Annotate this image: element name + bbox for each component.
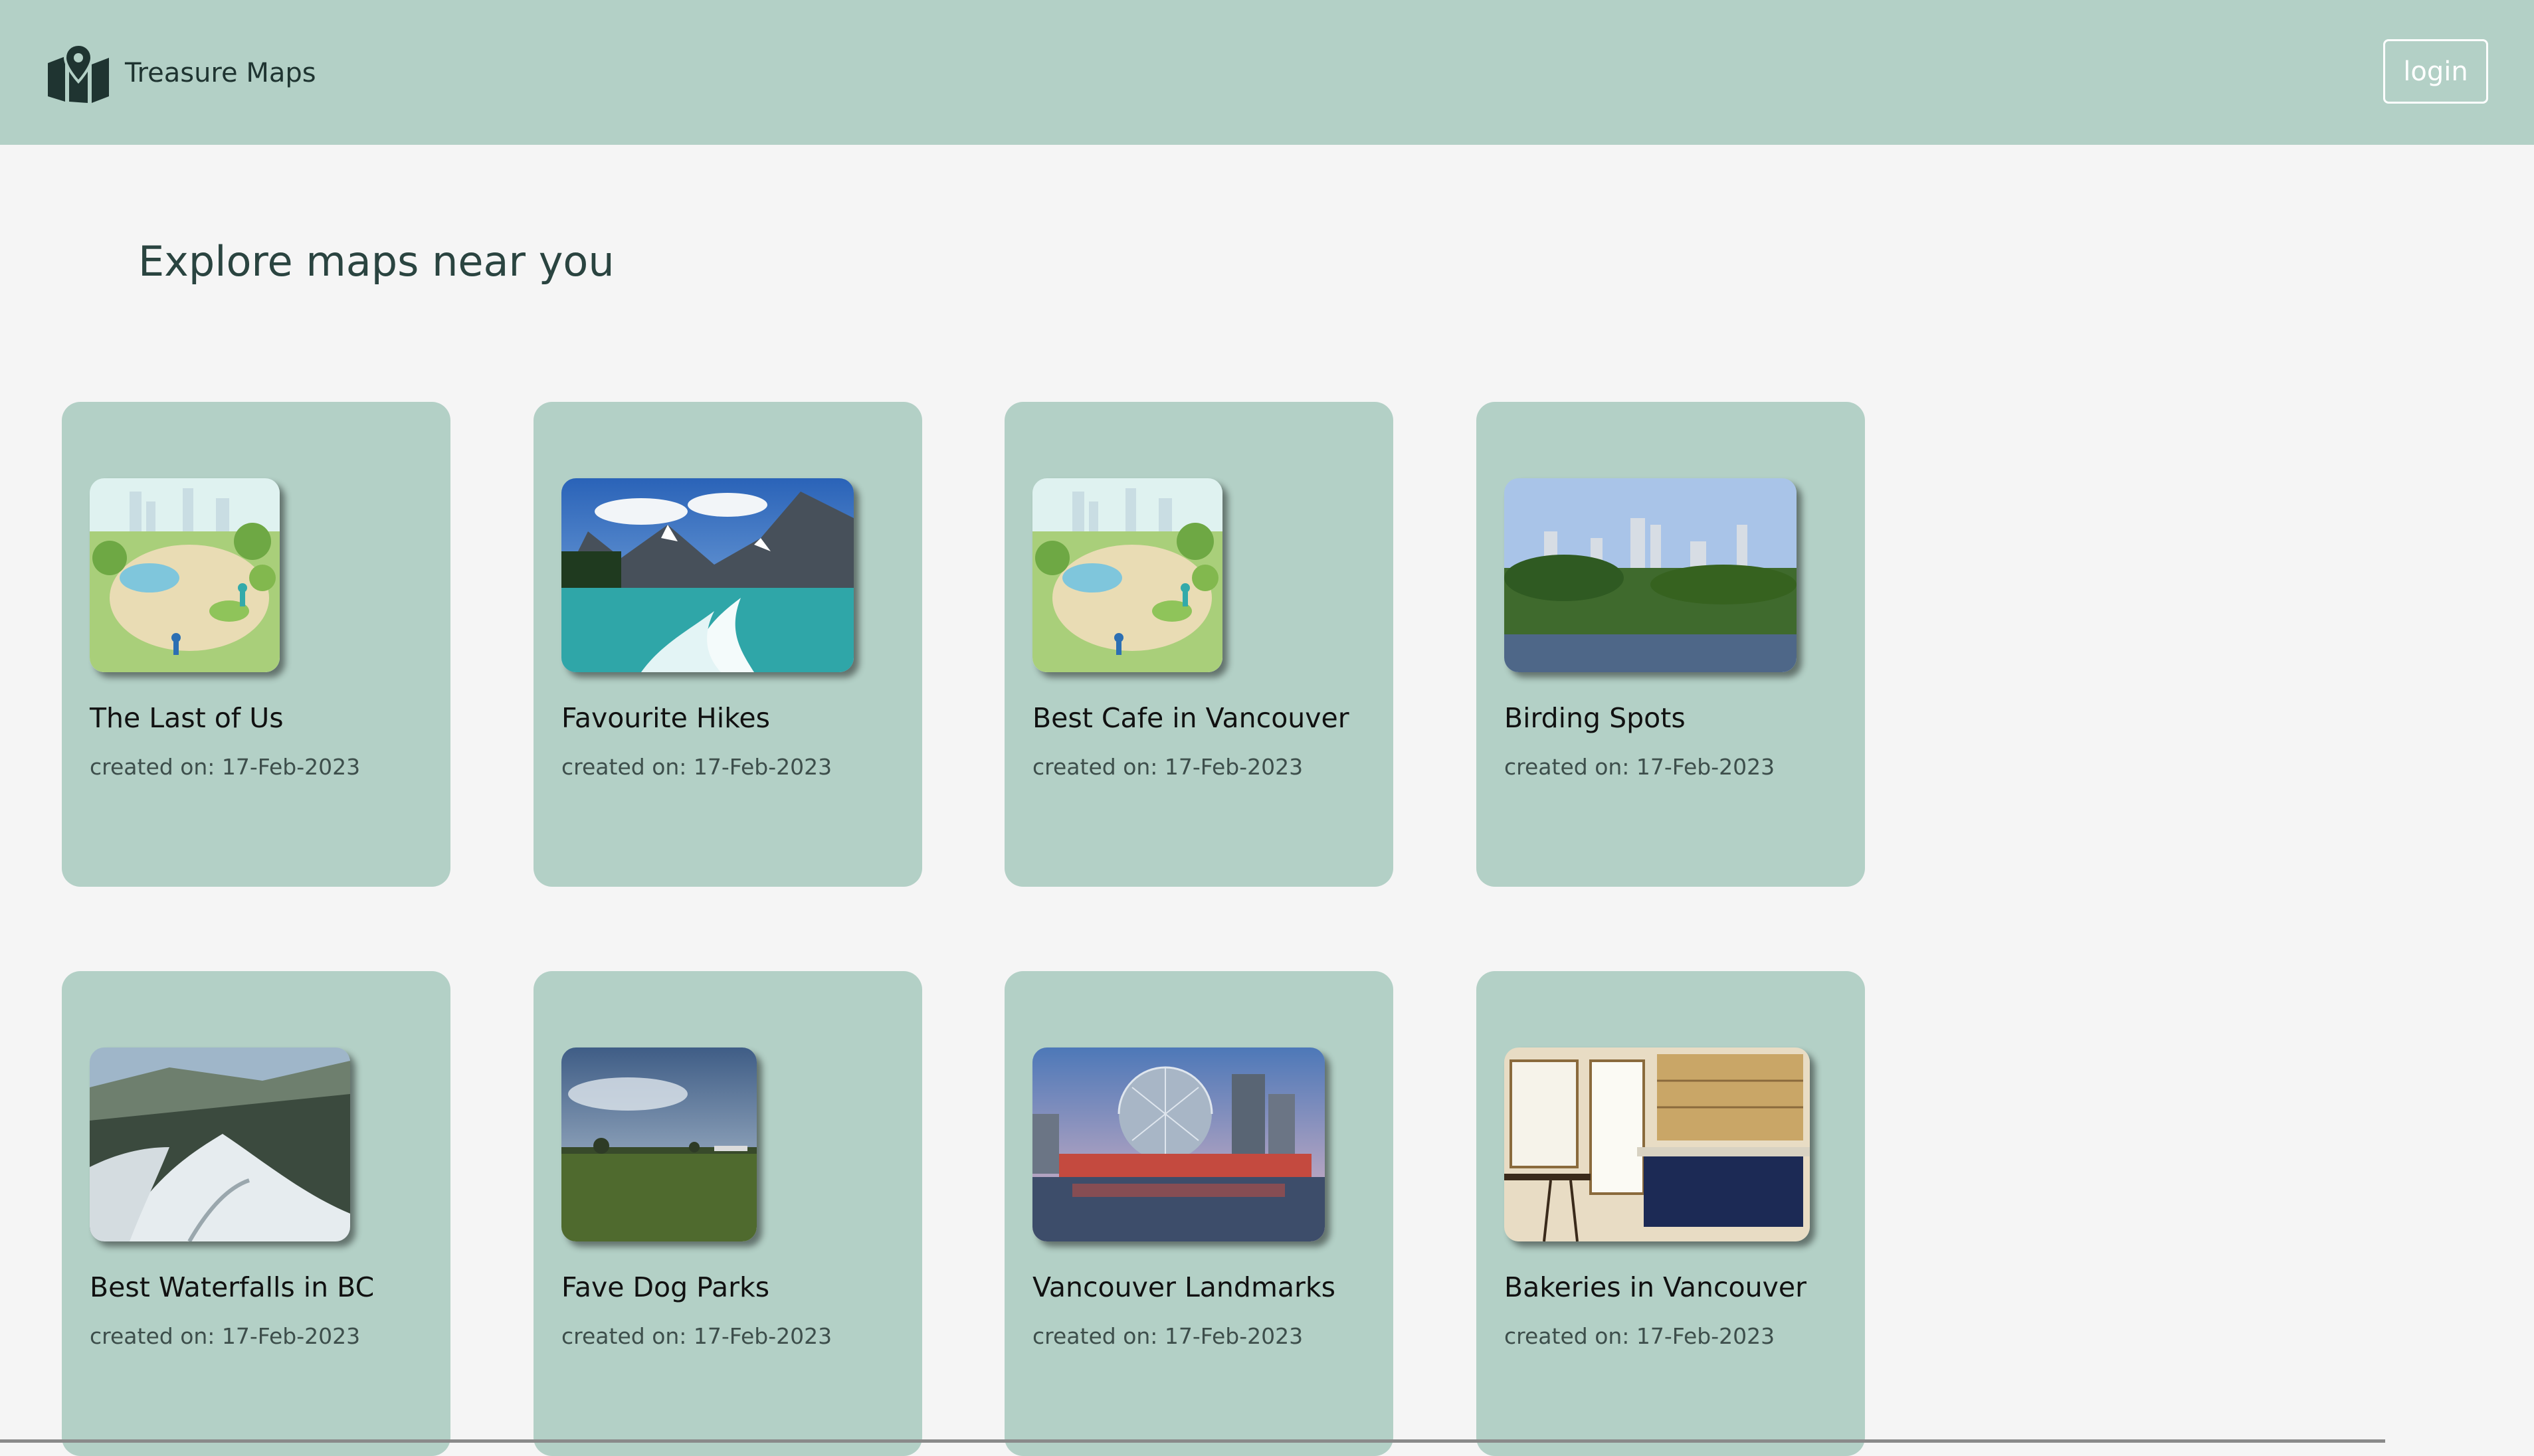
map-thumbnail-image: [1032, 478, 1222, 672]
map-card-date: created on: 17-Feb-2023: [90, 1323, 361, 1349]
map-card-date: created on: 17-Feb-2023: [561, 754, 832, 780]
map-thumbnail-image: [1032, 1047, 1325, 1241]
brand-link[interactable]: Treasure Maps: [47, 40, 316, 106]
map-thumbnail-image: [1504, 478, 1797, 672]
map-thumbnail-image: [561, 1047, 757, 1241]
map-card-title: Bakeries in Vancouver: [1504, 1271, 1806, 1303]
map-card-date: created on: 17-Feb-2023: [561, 1323, 832, 1349]
map-card[interactable]: Fave Dog Parks created on: 17-Feb-2023: [534, 971, 922, 1456]
map-card-title: Birding Spots: [1504, 702, 1686, 734]
map-card-title: The Last of Us: [90, 702, 284, 734]
map-card-date: created on: 17-Feb-2023: [90, 754, 361, 780]
map-card-date: created on: 17-Feb-2023: [1504, 754, 1775, 780]
map-card[interactable]: The Last of Us created on: 17-Feb-2023: [62, 402, 450, 887]
login-button[interactable]: login: [2383, 39, 2488, 104]
map-thumbnail-image: [90, 478, 280, 672]
map-card-date: created on: 17-Feb-2023: [1032, 1323, 1304, 1349]
map-card[interactable]: Bakeries in Vancouver created on: 17-Feb…: [1476, 971, 1865, 1456]
map-card-date: created on: 17-Feb-2023: [1504, 1323, 1775, 1349]
map-thumbnail-image: [561, 478, 854, 672]
app-name: Treasure Maps: [125, 58, 316, 88]
navbar: Treasure Maps login: [0, 0, 2534, 145]
map-card-title: Best Waterfalls in BC: [90, 1271, 375, 1303]
map-card[interactable]: Vancouver Landmarks created on: 17-Feb-2…: [1005, 971, 1393, 1456]
horizontal-scrollbar[interactable]: [0, 1439, 2385, 1443]
map-pin-icon: [47, 43, 110, 103]
map-thumbnail-image: [1504, 1047, 1810, 1241]
map-card-title: Best Cafe in Vancouver: [1032, 702, 1349, 734]
map-card-title: Favourite Hikes: [561, 702, 770, 734]
map-card-title: Vancouver Landmarks: [1032, 1271, 1335, 1303]
page-title: Explore maps near you: [138, 237, 615, 286]
map-card[interactable]: Birding Spots created on: 17-Feb-2023: [1476, 402, 1865, 887]
map-card[interactable]: Best Cafe in Vancouver created on: 17-Fe…: [1005, 402, 1393, 887]
map-card[interactable]: Favourite Hikes created on: 17-Feb-2023: [534, 402, 922, 887]
map-thumbnail-image: [90, 1047, 350, 1241]
map-card[interactable]: Best Waterfalls in BC created on: 17-Feb…: [62, 971, 450, 1456]
map-card-date: created on: 17-Feb-2023: [1032, 754, 1304, 780]
map-card-title: Fave Dog Parks: [561, 1271, 770, 1303]
